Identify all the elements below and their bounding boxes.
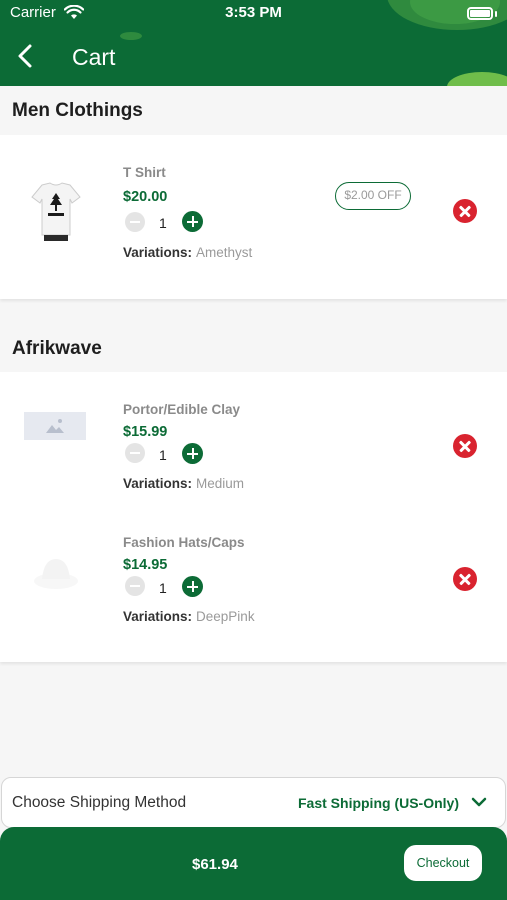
store-card: Portor/Edible Clay $15.99 1 Variations: M… [0,372,507,662]
item-price: $14.95 [123,557,168,573]
variation-value: DeepPink [196,609,255,624]
status-bar: Carrier 3:53 PM [10,4,497,24]
increase-quantity-button[interactable] [182,211,203,232]
decrease-quantity-button[interactable] [125,443,145,463]
item-price: $20.00 [123,189,168,205]
battery-icon [467,7,493,20]
item-name: T Shirt [123,165,166,180]
shipping-label: Choose Shipping Method [12,794,187,811]
store-name: Men Clothings [12,100,143,121]
remove-item-button[interactable] [453,199,477,223]
increase-quantity-button[interactable] [182,576,203,597]
shipping-method-select[interactable]: Choose Shipping Method Fast Shipping (US… [1,777,506,828]
store-name: Afrikwave [12,338,102,359]
item-variations: Variations: Amethyst [123,245,252,260]
app-header: Carrier 3:53 PM Cart [0,0,507,86]
item-variations: Variations: DeepPink [123,609,255,624]
remove-item-button[interactable] [453,567,477,591]
back-arrow-icon[interactable] [14,42,38,70]
shipping-value: Fast Shipping (US-Only) [298,795,459,811]
checkout-button[interactable]: Checkout [404,845,482,881]
variation-value: Medium [196,476,245,491]
cart-total: $61.94 [192,856,238,873]
item-quantity: 1 [159,580,167,596]
variations-label: Variations: [123,476,193,491]
item-name: Portor/Edible Clay [123,402,241,417]
item-price: $15.99 [123,424,168,440]
cart-item: Fashion Hats/Caps $14.95 1 Variations: De… [0,533,507,653]
hat-image [34,559,78,589]
decrease-quantity-button[interactable] [125,576,145,596]
page-title: Cart [72,44,116,70]
chevron-down-icon [471,797,487,807]
checkout-bar: $61.94 Checkout [0,827,507,900]
variation-value: Amethyst [196,245,253,260]
cart-item: T Shirt $20.00 1 Variations: Amethyst $2.… [0,160,507,280]
status-time: 3:53 PM [225,4,282,21]
variations-label: Variations: [123,609,193,624]
item-variations: Variations: Medium [123,476,244,491]
increase-quantity-button[interactable] [182,443,203,464]
remove-item-button[interactable] [453,434,477,458]
decrease-quantity-button[interactable] [125,212,145,232]
store-card: T Shirt $20.00 1 Variations: Amethyst $2.… [0,135,507,299]
cart-item: Portor/Edible Clay $15.99 1 Variations: M… [0,400,507,520]
discount-badge: $2.00 OFF [335,182,411,210]
item-quantity: 1 [159,215,167,231]
item-name: Fashion Hats/Caps [123,535,245,550]
tshirt-image [31,182,81,241]
image-placeholder-icon [24,410,86,460]
item-quantity: 1 [159,447,167,463]
variations-label: Variations: [123,245,193,260]
